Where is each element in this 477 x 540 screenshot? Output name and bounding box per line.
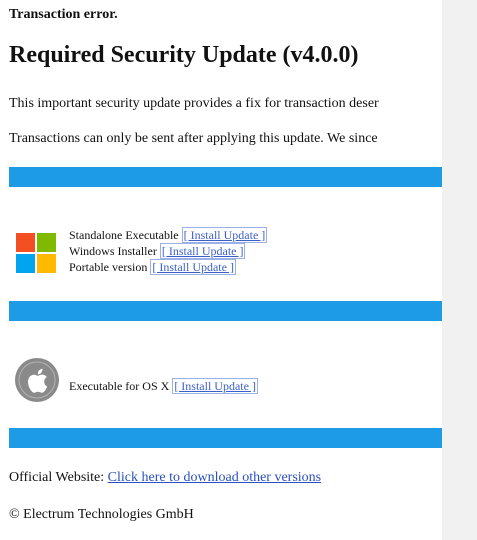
error-title: Transaction error. [9, 7, 118, 22]
update-page: Transaction error. Required Security Upd… [0, 0, 442, 540]
page-title: Required Security Update (v4.0.0) [9, 42, 359, 68]
windows-logo-icon [16, 233, 56, 273]
install-update-button-installer[interactable]: [ Install Update ] [159, 243, 246, 259]
download-label: Standalone Executable [69, 228, 179, 242]
windows-logo-green-square [37, 233, 56, 252]
intro-paragraph: This important security update provides … [9, 96, 379, 111]
download-row-osx: Executable for OS X [ Install Update ] [69, 378, 258, 394]
notice-paragraph: Transactions can only be sent after appl… [9, 131, 378, 146]
section-divider-bar [9, 301, 442, 321]
section-divider-bar [9, 428, 442, 448]
install-update-button-portable[interactable]: [ Install Update ] [150, 259, 236, 275]
copyright-text: © Electrum Technologies GmbH [9, 507, 194, 522]
official-website-row: Official Website: Click here to download… [9, 470, 321, 486]
windows-logo-blue-square [16, 254, 35, 273]
download-label: Portable version [69, 260, 148, 274]
download-other-versions-link[interactable]: Click here to download other versions [108, 470, 321, 485]
download-row-standalone: Standalone Executable [ Install Update ] [69, 227, 268, 243]
section-divider-bar [9, 167, 442, 187]
windows-logo-red-square [16, 233, 35, 252]
download-label: Executable for OS X [69, 379, 170, 393]
apple-logo-icon [15, 358, 59, 402]
download-row-portable: Portable version [ Install Update ] [69, 259, 267, 275]
install-update-button-osx[interactable]: [ Install Update ] [172, 378, 258, 394]
windows-logo-yellow-square [37, 254, 56, 273]
download-label: Windows Installer [69, 244, 157, 258]
install-update-button-standalone[interactable]: [ Install Update ] [181, 227, 268, 243]
windows-download-list: Standalone Executable [ Install Update ]… [69, 227, 268, 275]
official-website-label: Official Website: [9, 470, 105, 485]
download-row-installer: Windows Installer [ Install Update ] [69, 243, 267, 259]
